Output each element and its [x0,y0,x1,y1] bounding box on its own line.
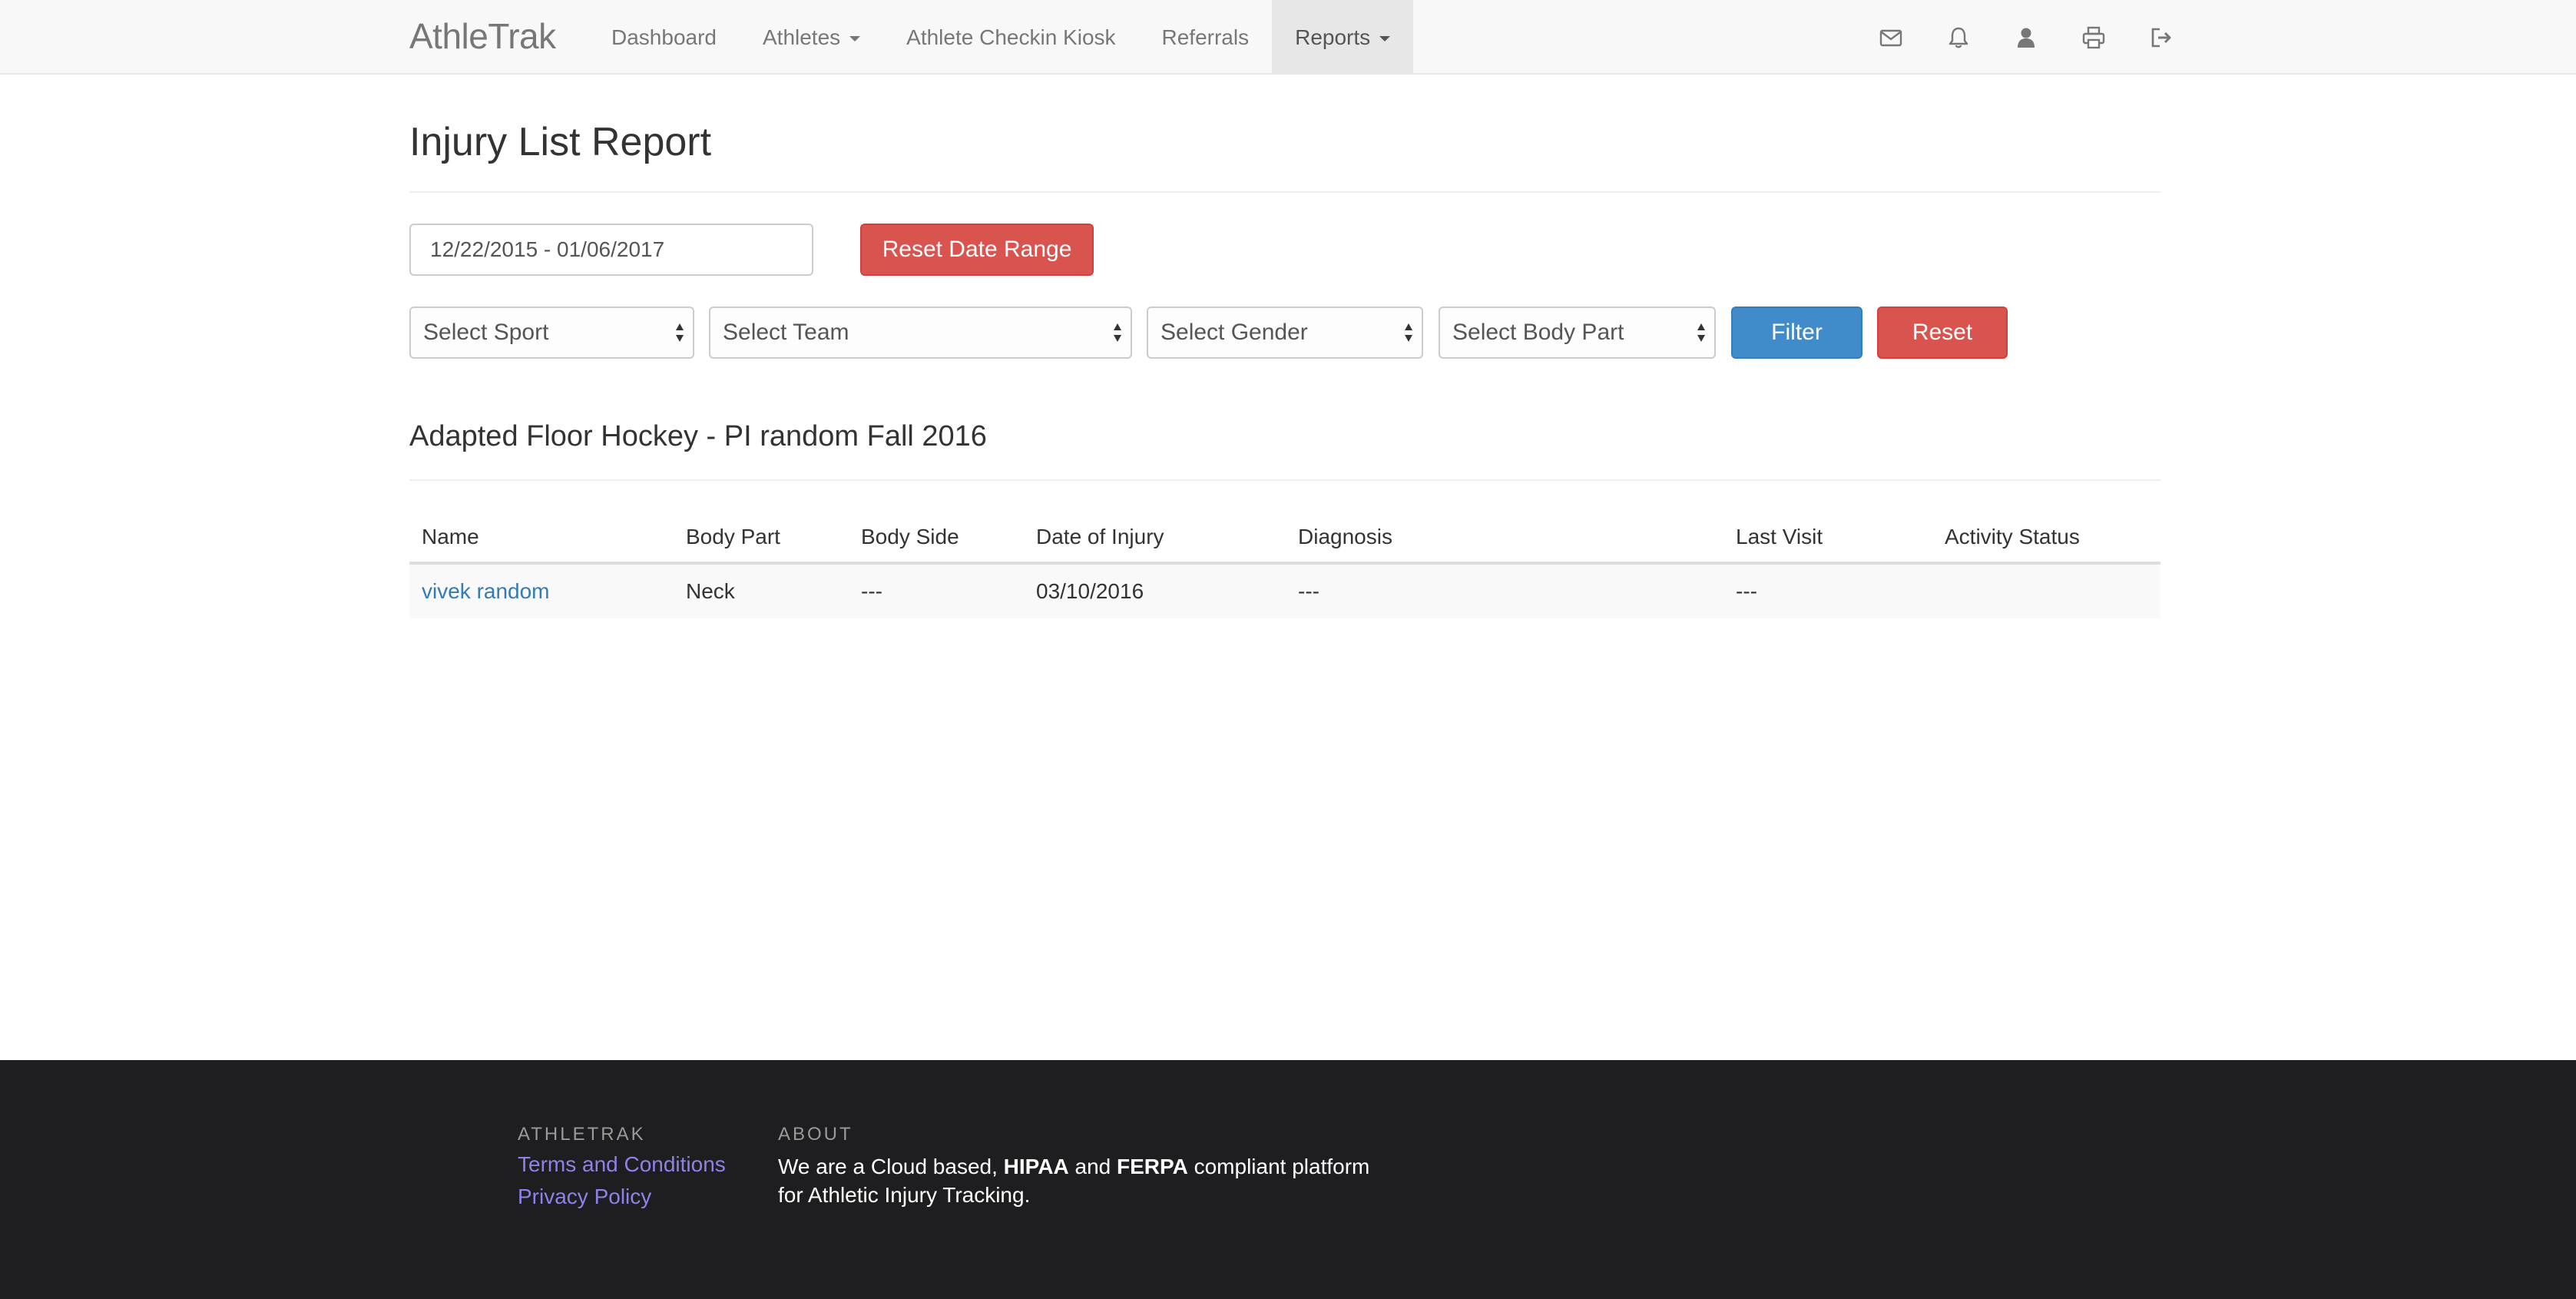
cell-name: vivek random [409,563,674,618]
nav-menu: Dashboard Athletes Athlete Checkin Kiosk… [588,0,1414,75]
select-gender-label: Select Gender [1161,320,1308,345]
select-body-part-label: Select Body Part [1452,320,1624,345]
select-team[interactable]: Select Team [709,307,1132,359]
nav-icon-group [1857,0,2195,75]
column-header-activity-status[interactable]: Activity Status [1932,512,2160,565]
reset-button[interactable]: Reset [1877,307,2008,359]
envelope-icon[interactable] [1857,0,1925,75]
table-row: vivek random Neck --- 03/10/2016 --- --- [409,563,2160,618]
nav-item-dashboard[interactable]: Dashboard [588,0,740,75]
privacy-link[interactable]: Privacy Policy [518,1185,651,1209]
column-header-body-side[interactable]: Body Side [849,512,1024,565]
select-sport[interactable]: Select Sport [409,307,694,359]
column-header-diagnosis[interactable]: Diagnosis [1286,512,1723,565]
nav-item-label: Dashboard [611,25,717,49]
column-header-name[interactable]: Name [409,512,674,565]
footer: ATHLETRAK Terms and Conditions Privacy P… [0,1060,2576,1299]
select-gender[interactable]: Select Gender [1147,307,1423,359]
print-icon[interactable] [2060,0,2127,75]
filter-button[interactable]: Filter [1731,307,1862,359]
select-arrows-icon [1114,323,1121,342]
select-body-part[interactable]: Select Body Part [1439,307,1716,359]
nav-item-athlete-checkin-kiosk[interactable]: Athlete Checkin Kiosk [883,0,1138,75]
footer-company-heading: ATHLETRAK [518,1124,646,1145]
cell-last-visit: --- [1723,563,1932,618]
report-section-header: Adapted Floor Hockey - PI random Fall 20… [409,413,2160,481]
cell-body-side: --- [849,563,1024,618]
nav-item-label: Athletes [762,25,841,49]
caret-down-icon [1379,36,1391,42]
brand-logo[interactable]: AthleTrak [409,15,556,57]
about-text-part: and [1068,1155,1117,1178]
reset-date-range-button[interactable]: Reset Date Range [860,224,1094,276]
caret-down-icon [849,36,861,42]
column-header-body-part[interactable]: Body Part [674,512,849,565]
select-team-label: Select Team [723,320,849,345]
athlete-name-link[interactable]: vivek random [422,579,550,603]
cell-date-of-injury: 03/10/2016 [1024,563,1286,618]
select-arrows-icon [1405,323,1412,342]
injury-table: Name Body Part Body Side Date of Injury … [409,512,2160,618]
footer-about-heading: ABOUT [778,1124,853,1145]
bell-icon[interactable] [1925,0,1992,75]
nav-item-athletes[interactable]: Athletes [740,0,883,75]
nav-item-reports[interactable]: Reports [1272,0,1414,75]
terms-link[interactable]: Terms and Conditions [518,1152,726,1177]
sign-out-icon[interactable] [2127,0,2195,75]
nav-item-label: Referrals [1161,25,1250,49]
about-hipaa: HIPAA [1003,1155,1069,1178]
nav-item-referrals[interactable]: Referrals [1139,0,1273,75]
column-header-date-of-injury[interactable]: Date of Injury [1024,512,1286,565]
page-header: Injury List Report [409,119,2160,193]
column-header-last-visit[interactable]: Last Visit [1723,512,1932,565]
about-text-part: We are a Cloud based, [778,1155,1004,1178]
about-ferpa: FERPA [1117,1155,1188,1178]
report-section-title: Adapted Floor Hockey - PI random Fall 20… [409,420,987,452]
page-title: Injury List Report [409,120,712,164]
table-header-row: Name Body Part Body Side Date of Injury … [409,512,2160,565]
footer-about-text: We are a Cloud based, HIPAA and FERPA co… [778,1152,1392,1209]
select-sport-label: Select Sport [423,320,549,345]
date-range-input[interactable]: 12/22/2015 - 01/06/2017 [409,224,813,276]
nav-item-label: Reports [1295,25,1371,49]
user-icon[interactable] [1992,0,2060,75]
select-arrows-icon [676,323,684,342]
nav-item-label: Athlete Checkin Kiosk [906,25,1116,49]
cell-activity-status [1932,563,2160,618]
select-arrows-icon [1697,323,1705,342]
top-navbar: AthleTrak Dashboard Athletes Athlete Che… [0,0,2576,75]
cell-diagnosis: --- [1286,563,1723,618]
cell-body-part: Neck [674,563,849,618]
